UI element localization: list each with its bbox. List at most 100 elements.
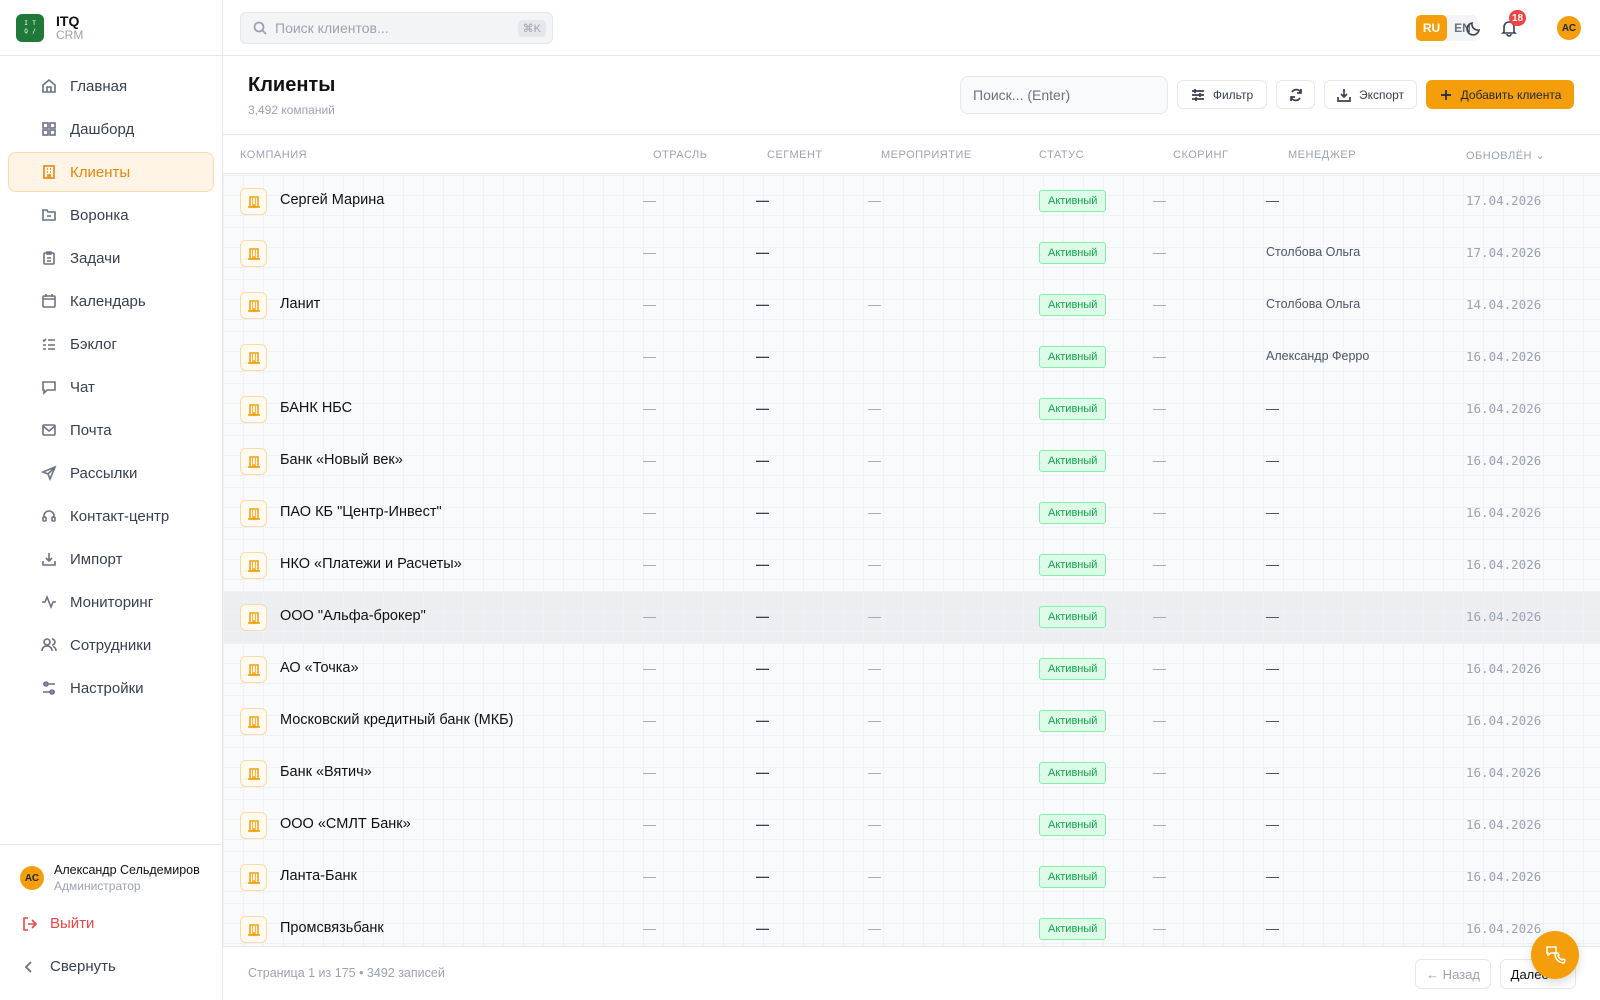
sidebar: I T Q / ITQ CRM Главная Дашборд Клиенты … <box>0 0 223 1000</box>
column-header-event[interactable]: МЕРОПРИЯТИЕ <box>881 149 972 161</box>
column-header-company[interactable]: КОМПАНИЯ <box>240 149 307 161</box>
table-row[interactable]: ООО "Альфа-брокер" — — — — — Активный 16.04.202… <box>223 591 1600 644</box>
column-header-scoring[interactable]: СКОРИНГ <box>1173 149 1228 161</box>
sidebar-item-import[interactable]: Импорт <box>8 539 214 579</box>
building-icon <box>240 448 267 475</box>
status-badge: Активный <box>1039 190 1107 212</box>
sidebar-item-funnel[interactable]: Воронка <box>8 195 214 235</box>
sidebar-item-mail[interactable]: Почта <box>8 410 214 450</box>
sidebar-item-employees[interactable]: Сотрудники <box>8 625 214 665</box>
cell-company[interactable]: Банк «Новый век» <box>280 452 403 468</box>
global-search-input[interactable] <box>275 20 510 36</box>
table-row[interactable]: — — — Александр Ферро Активный 16.04.2026 <box>223 331 1600 384</box>
table-row[interactable]: БАНК НБС — — — — — Активный 16.04.2026 <box>223 383 1600 436</box>
sidebar-item-mailings[interactable]: Рассылки <box>8 453 214 493</box>
theme-toggle-button[interactable] <box>1465 19 1483 37</box>
cell-event: — <box>868 713 881 728</box>
global-search[interactable]: ⌘K <box>240 12 553 44</box>
status-badge: Активный <box>1039 346 1107 368</box>
building-icon <box>43 165 55 179</box>
cell-company[interactable]: Промсвязьбанк <box>280 920 384 936</box>
sidebar-item-backlog[interactable]: Бэклог <box>8 324 214 364</box>
cell-scoring: — <box>1153 349 1166 364</box>
sidebar-item-label: Настройки <box>70 679 144 697</box>
cell-manager: Столбова Ольга <box>1266 297 1361 311</box>
logout-button[interactable]: Выйти <box>0 893 222 932</box>
table-row[interactable]: НКО «Платежи и Расчеты» — — — — — Активный 16.0… <box>223 539 1600 592</box>
collapse-sidebar-button[interactable]: Свернуть <box>0 932 222 975</box>
table-row[interactable]: — — — Столбова Ольга Активный 17.04.2026 <box>223 227 1600 280</box>
table-row[interactable]: Ланит — — — — Столбова Ольга Активный 14.04.202… <box>223 279 1600 332</box>
page-info: Страница 1 из 175 • 3492 записей <box>248 966 445 980</box>
status-badge: Активный <box>1039 814 1107 836</box>
building-icon <box>240 708 267 735</box>
cell-segment: — <box>756 713 769 728</box>
sidebar-item-clients[interactable]: Клиенты <box>8 152 214 192</box>
cell-manager: — <box>1266 557 1279 572</box>
cell-scoring: — <box>1153 453 1166 468</box>
refresh-button[interactable] <box>1276 80 1315 109</box>
user-role: Администратор <box>54 879 141 893</box>
column-header-manager[interactable]: МЕНЕДЖЕР <box>1288 149 1356 161</box>
cell-company[interactable]: ООО "Альфа-брокер" <box>280 608 426 624</box>
column-header-status[interactable]: СТАТУС <box>1039 149 1084 161</box>
contact-fab-button[interactable] <box>1531 931 1579 979</box>
building-icon <box>240 344 267 371</box>
brand[interactable]: I T Q / ITQ CRM <box>0 0 222 56</box>
current-user[interactable]: АС Александр Сельдемиров Администратор <box>0 845 222 893</box>
cell-company[interactable]: Московский кредитный банк (МКБ) <box>280 712 514 728</box>
sidebar-item-settings[interactable]: Настройки <box>8 668 214 708</box>
table-row[interactable]: Сергей Марина — — — — — Активный 17.04.2026 <box>223 175 1600 228</box>
add-client-button[interactable]: Добавить клиента <box>1426 80 1574 109</box>
cell-industry: — <box>643 817 656 832</box>
cell-company[interactable]: Ланта-Банк <box>280 868 357 884</box>
prev-page-button[interactable]: ← Назад <box>1415 959 1491 989</box>
avatar: АС <box>20 866 44 890</box>
cell-scoring: — <box>1153 921 1166 936</box>
building-icon <box>240 864 267 891</box>
table-header: КОМПАНИЯ ОТРАСЛЬ СЕГМЕНТ МЕРОПРИЯТИЕ СТА… <box>223 134 1600 174</box>
column-header-updated[interactable]: ОБНОВЛЁН ⌄ <box>1466 149 1545 162</box>
building-icon <box>240 760 267 787</box>
sidebar-item-calendar[interactable]: Календарь <box>8 281 214 321</box>
table-row[interactable]: Ланта-Банк — — — — — Активный 16.04.2026 <box>223 851 1600 904</box>
cell-company[interactable]: НКО «Платежи и Расчеты» <box>280 556 462 572</box>
cell-company[interactable]: ООО «СМЛТ Банк» <box>280 816 411 832</box>
send-icon <box>41 465 57 481</box>
cell-event: — <box>868 193 881 208</box>
cell-company[interactable]: Сергей Марина <box>280 192 384 208</box>
sidebar-item-label: Воронка <box>70 206 129 224</box>
cell-industry: — <box>643 557 656 572</box>
export-button[interactable]: Экспорт <box>1324 80 1417 109</box>
cell-company[interactable]: БАНК НБС <box>280 400 352 416</box>
sidebar-item-contact-center[interactable]: Контакт-центр <box>8 496 214 536</box>
table-row[interactable]: ООО «СМЛТ Банк» — — — — — Активный 16.04.2026 <box>223 799 1600 852</box>
table-row[interactable]: Банк «Новый век» — — — — — Активный 16.04.2026 <box>223 435 1600 488</box>
sidebar-item-dashboard[interactable]: Дашборд <box>8 109 214 149</box>
sidebar-item-chat[interactable]: Чат <box>8 367 214 407</box>
table-row[interactable]: Банк «Вятич» — — — — — Активный 16.04.2026 <box>223 747 1600 800</box>
sidebar-item-home[interactable]: Главная <box>8 66 214 106</box>
notifications-badge: 18 <box>1509 10 1527 26</box>
lang-ru-button[interactable]: RU <box>1416 15 1447 41</box>
logo-glyph: Q <box>24 28 28 35</box>
sidebar-item-monitoring[interactable]: Мониторинг <box>8 582 214 622</box>
sidebar-footer: АС Александр Сельдемиров Администратор В… <box>0 844 222 1000</box>
sidebar-item-label: Мониторинг <box>70 593 154 611</box>
cell-company[interactable]: АО «Точка» <box>280 660 359 676</box>
clients-search-input[interactable] <box>960 76 1168 114</box>
column-header-industry[interactable]: ОТРАСЛЬ <box>653 149 708 161</box>
cell-company[interactable]: Банк «Вятич» <box>280 764 372 780</box>
cell-scoring: — <box>1153 193 1166 208</box>
sidebar-nav: Главная Дашборд Клиенты Воронка Задачи К… <box>0 56 222 708</box>
avatar[interactable]: АС <box>1557 16 1581 40</box>
sidebar-item-tasks[interactable]: Задачи <box>8 238 214 278</box>
filter-button[interactable]: Фильтр <box>1177 80 1267 109</box>
cell-manager: — <box>1266 661 1279 676</box>
table-row[interactable]: Московский кредитный банк (МКБ) — — — — — Акти… <box>223 695 1600 748</box>
column-header-segment[interactable]: СЕГМЕНТ <box>767 149 823 161</box>
table-row[interactable]: ПАО КБ "Центр-Инвест" — — — — — Активный 16.04.… <box>223 487 1600 540</box>
table-row[interactable]: АО «Точка» — — — — — Активный 16.04.2026 <box>223 643 1600 696</box>
cell-company[interactable]: ПАО КБ "Центр-Инвест" <box>280 504 442 520</box>
cell-company[interactable]: Ланит <box>280 296 320 312</box>
